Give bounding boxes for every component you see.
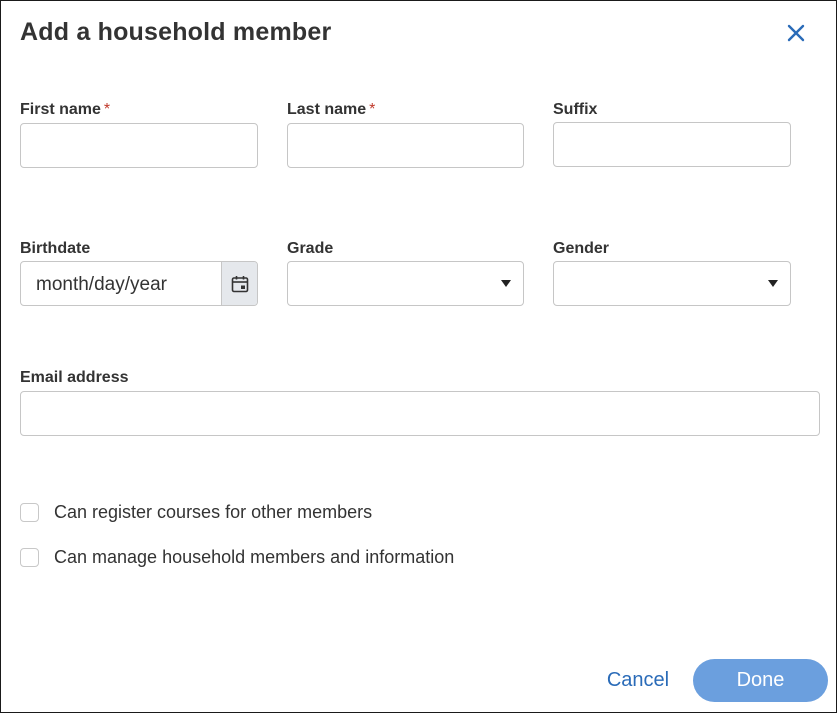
last-name-label-text: Last name xyxy=(287,101,367,118)
email-label: Email address xyxy=(20,369,129,386)
manage-members-checkbox[interactable] xyxy=(20,548,39,567)
required-asterisk: * xyxy=(103,101,111,118)
cancel-button[interactable]: Cancel xyxy=(594,665,682,695)
grade-label: Grade xyxy=(287,240,334,257)
first-name-input[interactable] xyxy=(21,124,257,167)
first-name-label: First name * xyxy=(20,101,110,119)
email-input[interactable] xyxy=(21,392,819,435)
done-button[interactable]: Done xyxy=(693,659,828,702)
calendar-button[interactable] xyxy=(221,262,257,305)
calendar-icon xyxy=(231,275,248,292)
first-name-field[interactable] xyxy=(20,123,258,168)
last-name-label: Last name * xyxy=(287,101,375,119)
birthdate-field[interactable]: month/day/year xyxy=(20,261,258,306)
manage-members-label[interactable]: Can manage household members and informa… xyxy=(54,547,454,568)
permission-manage-members[interactable]: Can manage household members and informa… xyxy=(20,547,454,568)
last-name-input[interactable] xyxy=(288,124,523,167)
close-button[interactable] xyxy=(783,20,809,46)
register-courses-label[interactable]: Can register courses for other members xyxy=(54,502,372,523)
birthdate-placeholder[interactable]: month/day/year xyxy=(36,274,167,296)
last-name-field[interactable] xyxy=(287,123,524,168)
birthdate-label: Birthdate xyxy=(20,240,91,257)
email-field[interactable] xyxy=(20,391,820,436)
gender-label: Gender xyxy=(553,240,610,257)
add-household-member-dialog: Add a household member First name * Last … xyxy=(0,0,837,713)
suffix-field[interactable] xyxy=(553,122,791,167)
dialog-title: Add a household member xyxy=(20,18,332,46)
suffix-input[interactable] xyxy=(554,123,790,166)
chevron-down-icon xyxy=(501,280,511,287)
required-asterisk: * xyxy=(369,101,376,118)
close-icon xyxy=(787,24,805,42)
chevron-down-icon xyxy=(768,280,778,287)
first-name-label-text: First name xyxy=(20,101,101,118)
suffix-label: Suffix xyxy=(553,101,598,118)
register-courses-checkbox[interactable] xyxy=(20,503,39,522)
gender-select[interactable] xyxy=(553,261,791,306)
grade-select[interactable] xyxy=(287,261,524,306)
permission-register-courses[interactable]: Can register courses for other members xyxy=(20,502,372,523)
